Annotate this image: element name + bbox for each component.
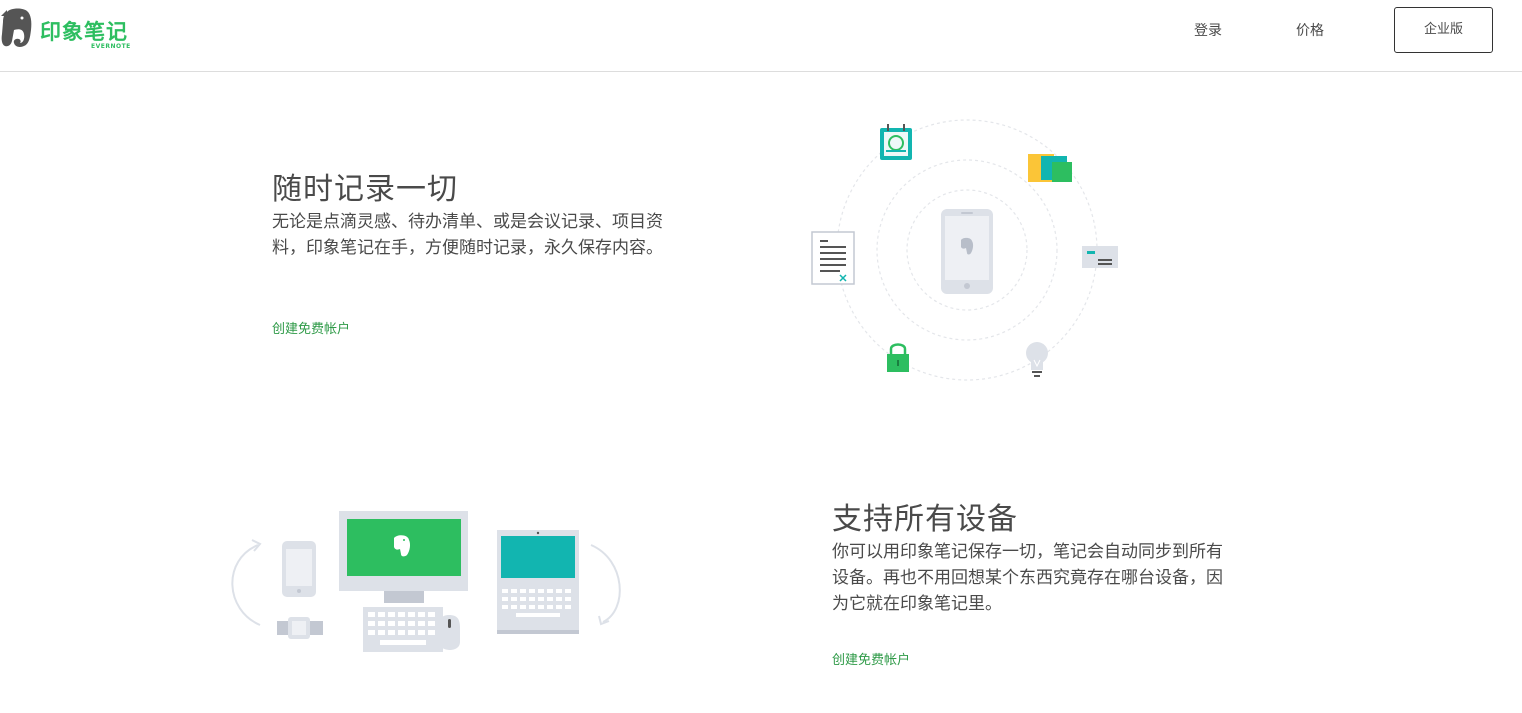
- phone-icon: [941, 209, 993, 294]
- all-devices-illustration: [231, 511, 621, 652]
- section-description-capture: 无论是点滴灵感、待办清单、或是会议记录、项目资料，印象笔记在手，方便随时记录，永…: [272, 212, 663, 258]
- lock-icon: [887, 343, 909, 372]
- keyboard-icon: [363, 607, 443, 652]
- nav-pricing-link[interactable]: 价格: [1296, 20, 1324, 40]
- logo-subtext: EVERNOTE: [91, 43, 131, 50]
- evernote-logo[interactable]: 印象笔记 EVERNOTE: [0, 6, 140, 50]
- files-icon: [1028, 154, 1072, 182]
- capture-everything-illustration: [811, 119, 1118, 381]
- section-title-devices: 支持所有设备: [832, 502, 1018, 537]
- business-button[interactable]: 企业版: [1394, 7, 1493, 53]
- sync-arrow-right-icon: [590, 544, 621, 623]
- section-title-capture: 随时记录一切: [272, 172, 458, 207]
- laptop-icon: [497, 530, 579, 634]
- logo-text: 印象笔记: [40, 20, 128, 44]
- elephant-icon: [1, 8, 32, 47]
- watch-icon: [277, 617, 323, 639]
- notebook-icon: [880, 124, 912, 160]
- top-header: 印象笔记 EVERNOTE 登录 价格 企业版: [0, 0, 1522, 72]
- sync-arrow-left-icon: [231, 544, 261, 626]
- business-card-icon: [1082, 246, 1118, 268]
- create-account-link[interactable]: 创建免费帐户: [272, 318, 350, 337]
- create-account-link-2[interactable]: 创建免费帐户: [832, 649, 910, 668]
- mouse-icon: [439, 615, 460, 650]
- document-icon: [811, 231, 855, 285]
- lightbulb-icon: [1026, 342, 1048, 377]
- phone-device-icon: [282, 541, 316, 597]
- section-description-devices: 你可以用印象笔记保存一切，笔记会自动同步到所有设备。再也不用回想某个东西究竟存在…: [832, 542, 1223, 614]
- nav-login-link[interactable]: 登录: [1194, 20, 1222, 40]
- desktop-monitor-icon: [339, 511, 468, 603]
